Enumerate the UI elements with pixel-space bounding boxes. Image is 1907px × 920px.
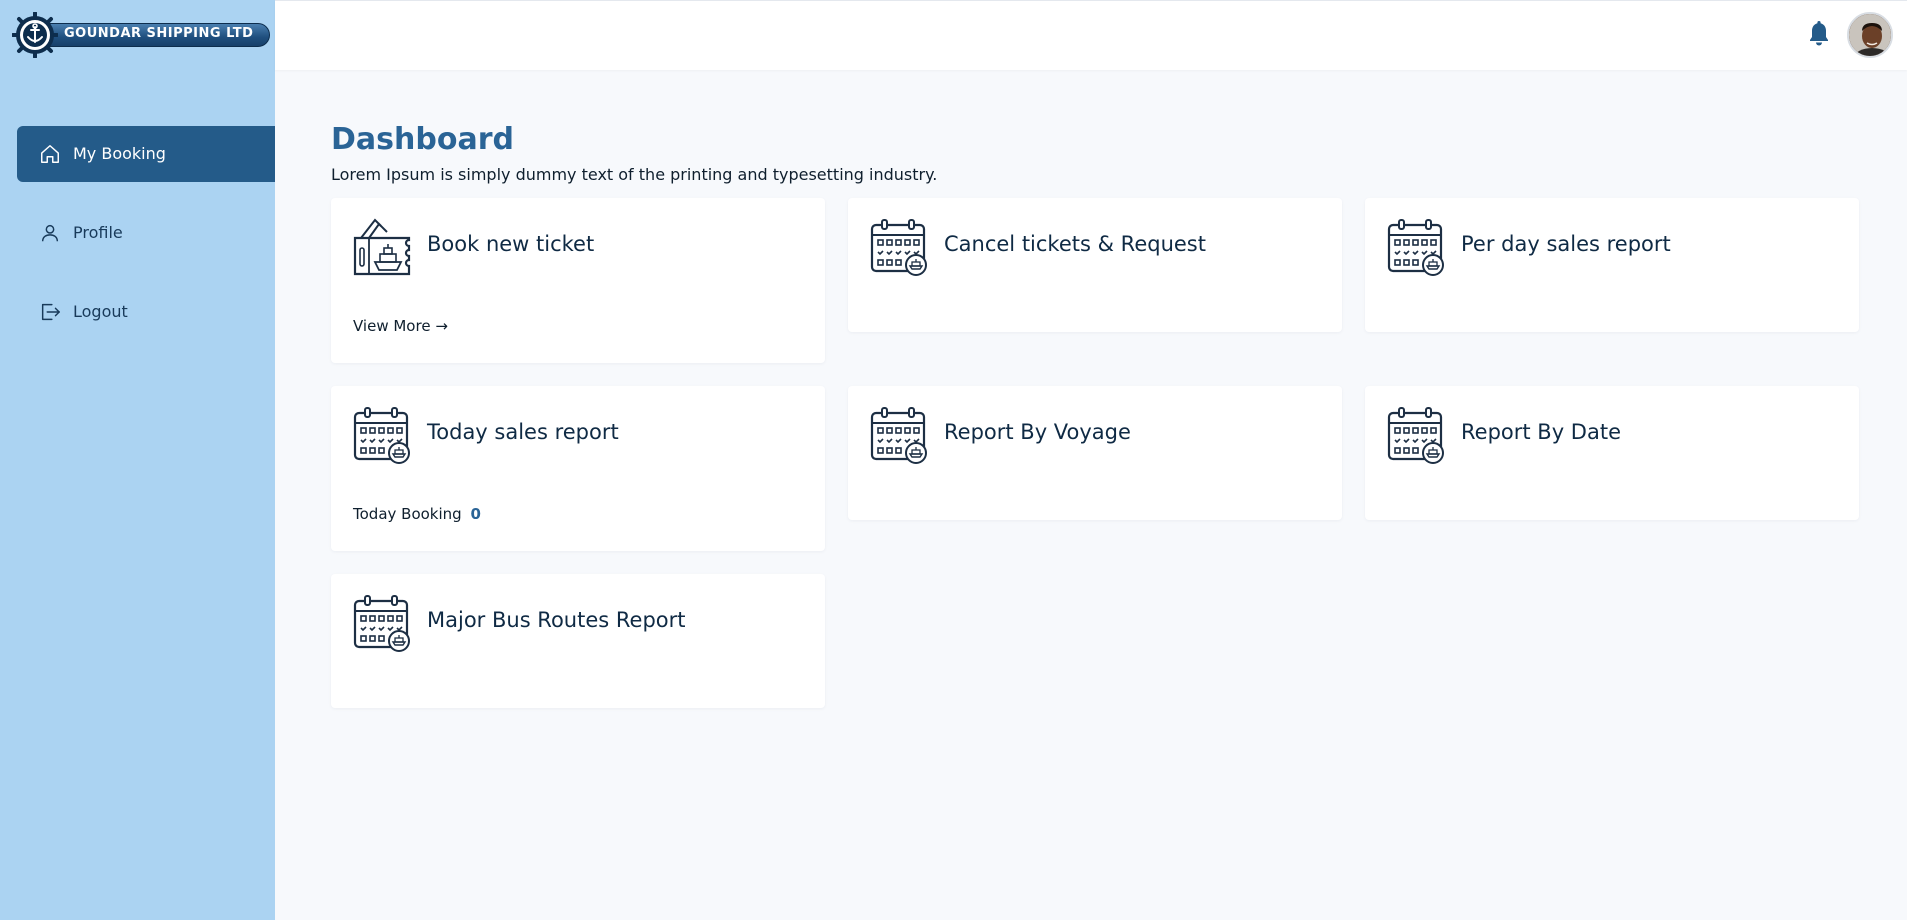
card-major-bus-routes-report[interactable]: Major Bus Routes Report xyxy=(331,574,825,708)
user-avatar[interactable] xyxy=(1847,12,1893,58)
logout-icon xyxy=(41,303,60,321)
page-title: Dashboard xyxy=(331,122,514,157)
page-subtitle: Lorem Ipsum is simply dummy text of the … xyxy=(331,165,938,184)
card-cancel-tickets[interactable]: Cancel tickets & Request xyxy=(848,198,1342,332)
sidebar-item-label: My Booking xyxy=(73,144,166,163)
card-report-by-voyage[interactable]: Report By Voyage xyxy=(848,386,1342,520)
card-report-by-date[interactable]: Report By Date xyxy=(1365,386,1859,520)
card-per-day-sales-report[interactable]: Per day sales report xyxy=(1365,198,1859,332)
calendar-ship-icon xyxy=(870,406,928,464)
sidebar-item-label: Logout xyxy=(73,302,128,321)
calendar-ship-icon xyxy=(353,406,411,464)
view-more-link[interactable]: View More → xyxy=(353,317,448,335)
ticket-ship-icon xyxy=(353,218,411,276)
card-book-new-ticket[interactable]: Book new ticket View More → xyxy=(331,198,825,363)
card-title: Report By Date xyxy=(1461,420,1621,444)
card-title: Report By Voyage xyxy=(944,420,1131,444)
card-title: Book new ticket xyxy=(427,232,595,256)
today-booking-value: 0 xyxy=(470,505,481,523)
home-icon xyxy=(41,145,59,163)
top-header xyxy=(275,0,1907,70)
bell-icon[interactable] xyxy=(1807,19,1831,47)
today-booking-label: Today Booking xyxy=(353,505,462,523)
user-icon xyxy=(41,224,59,242)
calendar-ship-icon xyxy=(353,594,411,652)
calendar-ship-icon xyxy=(1387,406,1445,464)
sidebar-nav: My Booking Profile Logout xyxy=(17,126,275,363)
ship-wheel-icon xyxy=(12,12,58,58)
sidebar-item-my-booking[interactable]: My Booking xyxy=(17,126,275,182)
card-title: Major Bus Routes Report xyxy=(427,608,686,632)
card-title: Per day sales report xyxy=(1461,232,1671,256)
view-more-label: View More xyxy=(353,317,431,335)
card-today-sales-report[interactable]: Today sales report Today Booking 0 xyxy=(331,386,825,551)
arrow-right-icon: → xyxy=(435,317,448,335)
sidebar-item-label: Profile xyxy=(73,223,123,242)
sidebar-item-logout[interactable]: Logout xyxy=(17,284,275,340)
calendar-ship-icon xyxy=(1387,218,1445,276)
today-booking-count: Today Booking 0 xyxy=(353,505,481,523)
avatar-image xyxy=(1849,14,1891,56)
brand-logo[interactable]: GOUNDAR SHIPPING LTD xyxy=(12,12,270,58)
sidebar: GOUNDAR SHIPPING LTD My Booking Profile … xyxy=(0,0,275,920)
sidebar-item-profile[interactable]: Profile xyxy=(17,205,275,261)
card-title: Cancel tickets & Request xyxy=(944,232,1206,256)
brand-name: GOUNDAR SHIPPING LTD xyxy=(64,26,254,41)
card-title: Today sales report xyxy=(427,420,619,444)
calendar-ship-icon xyxy=(870,218,928,276)
